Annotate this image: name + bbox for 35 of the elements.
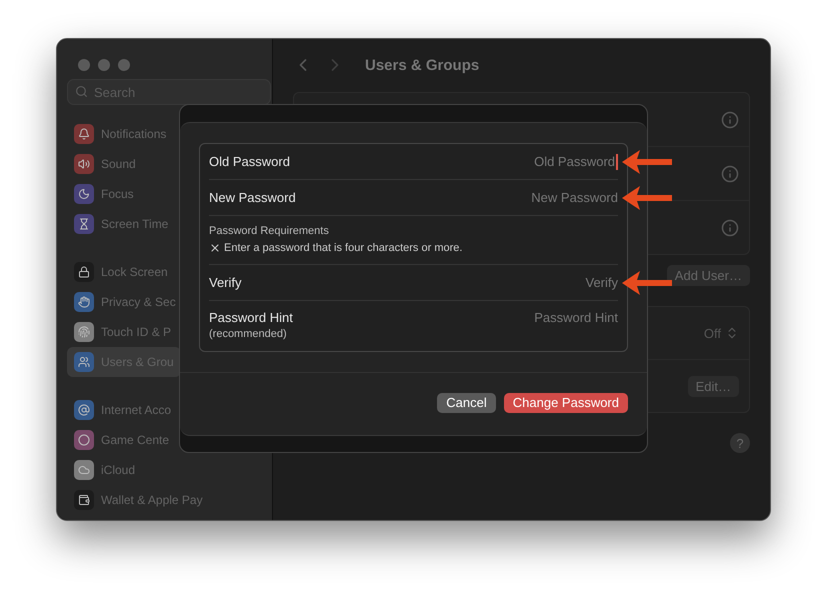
- info-icon[interactable]: [721, 110, 739, 128]
- window-control-dot[interactable]: [98, 59, 110, 71]
- page-title: Users & Groups: [365, 56, 480, 74]
- password-field[interactable]: New Password: [448, 190, 618, 205]
- window-control-dot[interactable]: [78, 59, 90, 71]
- sidebar-item[interactable]: Sound: [67, 149, 143, 179]
- requirement-text: Enter a password that is four characters or more.: [224, 242, 462, 254]
- change-password-button[interactable]: Change Password: [504, 393, 628, 413]
- sidebar-item[interactable]: Focus: [67, 179, 141, 209]
- field-label: Old Password: [209, 154, 290, 169]
- field-label: Verify: [209, 275, 242, 290]
- sidebar-item[interactable]: Wallet & Apple Pay: [67, 485, 210, 515]
- sidebar-item[interactable]: Game Cente: [67, 425, 176, 455]
- sidebar-item[interactable]: Internet Acco: [67, 395, 178, 425]
- field-sublabel: (recommended): [209, 328, 288, 340]
- sidebar-item[interactable]: Privacy & Sec: [67, 287, 183, 317]
- sidebar-item[interactable]: Touch ID & P: [67, 317, 178, 347]
- edit-button[interactable]: Edit…: [688, 376, 739, 396]
- sidebar-item[interactable]: Notifications: [67, 119, 174, 149]
- sidebar-item[interactable]: Lock Screen: [67, 257, 175, 287]
- info-icon[interactable]: [721, 218, 739, 236]
- add-user-button[interactable]: Add User…: [666, 265, 750, 286]
- search-icon: [75, 85, 88, 98]
- field-label: New Password: [209, 190, 296, 205]
- help-button[interactable]: ?: [730, 433, 750, 453]
- cancel-button[interactable]: Cancel: [437, 393, 496, 413]
- password-field[interactable]: Password Hint: [448, 310, 618, 325]
- window-control-dot[interactable]: [118, 59, 130, 71]
- sidebar-item[interactable]: Screen Time: [67, 209, 176, 239]
- field-label: Password Hint: [209, 310, 293, 325]
- password-field[interactable]: Old Password: [445, 154, 615, 169]
- sidebar-item[interactable]: iCloud: [67, 455, 142, 485]
- password-field[interactable]: Verify: [448, 275, 618, 290]
- requirements-title: Password Requirements: [209, 225, 330, 237]
- info-icon[interactable]: [721, 164, 739, 182]
